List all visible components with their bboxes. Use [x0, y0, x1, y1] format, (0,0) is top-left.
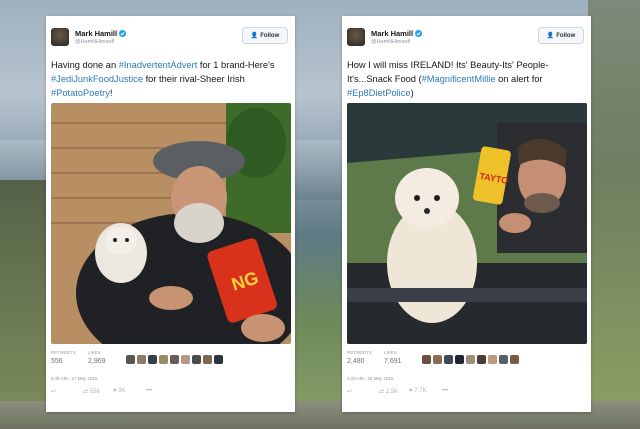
avatar[interactable] — [170, 355, 179, 364]
avatar[interactable] — [148, 355, 157, 364]
tweet-card: Mark Hamill @HamillHimself 👤 Follow How … — [342, 16, 591, 412]
avatar[interactable] — [422, 355, 431, 364]
hashtag-link[interactable]: #MagnificentMillie — [422, 74, 496, 84]
hashtag-link[interactable]: #PotatoPoetry — [51, 88, 110, 98]
cliff-right — [588, 0, 640, 429]
like-total[interactable]: 7,691 — [384, 358, 402, 365]
avatar[interactable] — [455, 355, 464, 364]
avatar[interactable] — [433, 355, 442, 364]
tweet-actions: ↩ ⇄ 556 ♥ 3K ••• — [51, 388, 291, 398]
verified-icon — [415, 30, 423, 37]
user-name[interactable]: Mark Hamill — [371, 29, 423, 38]
like-total[interactable]: 2,969 — [88, 358, 106, 365]
avatar[interactable] — [499, 355, 508, 364]
follow-button[interactable]: 👤 Follow — [538, 27, 584, 44]
more-icon[interactable]: ••• — [146, 388, 152, 394]
tweet-text: Having done an #InadvertentAdvert for 1 … — [51, 60, 275, 98]
avatar[interactable] — [510, 355, 519, 364]
avatar[interactable] — [203, 355, 212, 364]
follow-person-icon: 👤 — [250, 33, 259, 39]
tweet-photo[interactable]: NG — [51, 103, 291, 344]
tweet-header: Mark Hamill @HamillHimself 👤 Follow — [46, 16, 295, 56]
avatar[interactable] — [214, 355, 223, 364]
tweet-stats: RETWEETS 556 LIKES 2,969 — [51, 350, 291, 372]
user-handle[interactable]: @HamillHimself — [75, 39, 114, 45]
tweet-header: Mark Hamill @HamillHimself 👤 Follow — [342, 16, 591, 56]
tweet-card: Mark Hamill @HamillHimself 👤 Follow Havi… — [46, 16, 295, 412]
avatar[interactable] — [466, 355, 475, 364]
retweet-total[interactable]: 556 — [51, 358, 63, 365]
avatar[interactable] — [488, 355, 497, 364]
like-button[interactable]: ♥ 7.7K — [409, 388, 427, 394]
verified-icon — [119, 30, 127, 37]
avatar[interactable] — [51, 28, 69, 46]
follow-button[interactable]: 👤 Follow — [242, 27, 288, 44]
retweet-total[interactable]: 2,480 — [347, 358, 365, 365]
hashtag-link[interactable]: #Ep8DietPolice — [347, 88, 411, 98]
avatar[interactable] — [126, 355, 135, 364]
tweet-timestamp[interactable]: 5:45 AM - 27 May 2016 — [51, 376, 98, 381]
user-name[interactable]: Mark Hamill — [75, 29, 127, 38]
tweet-stats: RETWEETS 2,480 LIKES 7,691 — [347, 350, 587, 372]
retweet-icon: ⇄ — [379, 389, 385, 395]
tweet-timestamp[interactable]: 3:20 AM - 25 May 2016 — [347, 376, 394, 381]
more-icon[interactable]: ••• — [442, 388, 448, 394]
retweet-button[interactable]: ⇄ 556 — [83, 388, 100, 395]
user-handle[interactable]: @HamillHimself — [371, 39, 410, 45]
liker-avatars — [422, 355, 519, 364]
follow-person-icon: 👤 — [546, 33, 555, 39]
retweet-icon: ⇄ — [83, 389, 89, 395]
avatar[interactable] — [347, 28, 365, 46]
heart-icon: ♥ — [409, 388, 413, 394]
avatar[interactable] — [444, 355, 453, 364]
avatar[interactable] — [137, 355, 146, 364]
reply-icon[interactable]: ↩ — [51, 388, 56, 395]
hashtag-link[interactable]: #InadvertentAdvert — [119, 60, 198, 70]
avatar[interactable] — [181, 355, 190, 364]
hashtag-link[interactable]: #JediJunkFoodJustice — [51, 74, 143, 84]
reply-icon[interactable]: ↩ — [347, 388, 352, 395]
retweet-button[interactable]: ⇄ 2.5K — [379, 388, 398, 395]
heart-icon: ♥ — [113, 388, 117, 394]
liker-avatars — [126, 355, 223, 364]
tweet-actions: ↩ ⇄ 2.5K ♥ 7.7K ••• — [347, 388, 587, 398]
tweet-text: How I will miss IRELAND! Its' Beauty-Its… — [347, 60, 549, 98]
like-button[interactable]: ♥ 3K — [113, 388, 126, 394]
avatar[interactable] — [192, 355, 201, 364]
avatar[interactable] — [159, 355, 168, 364]
tweet-photo[interactable]: TAYTO — [347, 103, 587, 344]
avatar[interactable] — [477, 355, 486, 364]
